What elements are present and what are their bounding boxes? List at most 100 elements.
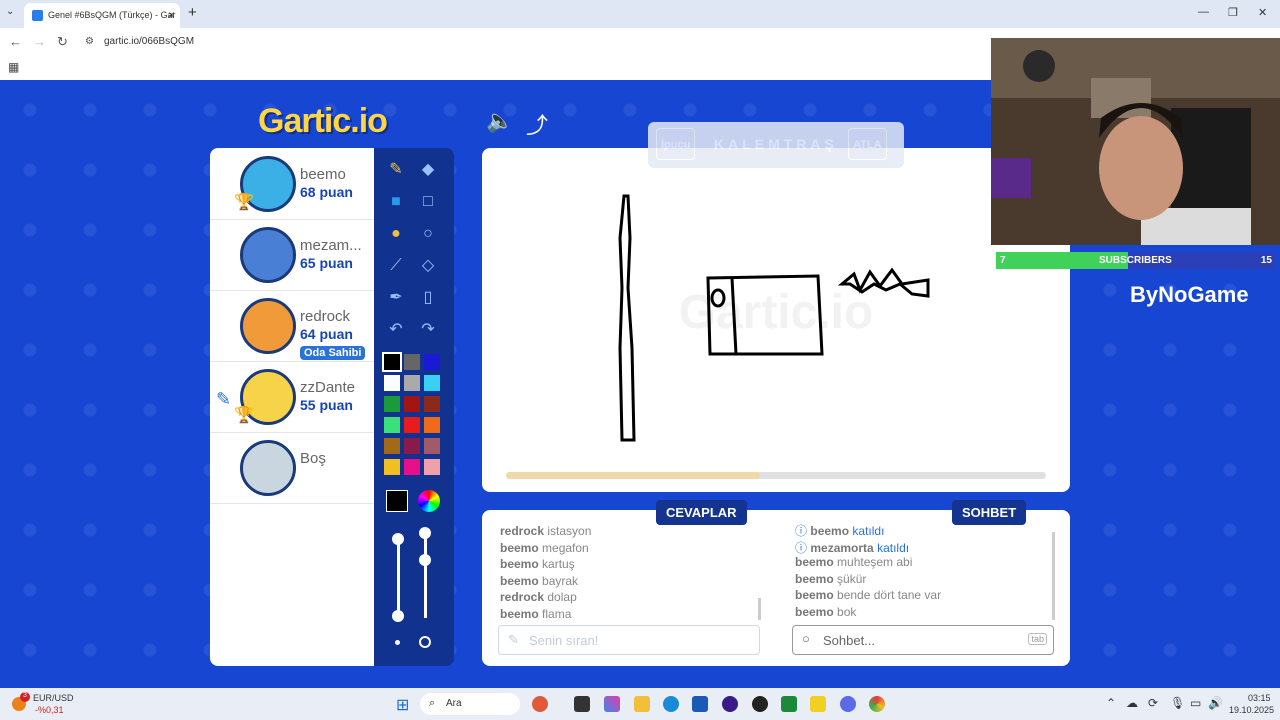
skip-button[interactable]: ATLA [848, 128, 887, 160]
app-icon[interactable] [722, 696, 738, 712]
task-view-icon[interactable] [574, 696, 590, 712]
chat-item: beemo bok [795, 605, 856, 619]
color-swatch[interactable] [384, 396, 400, 412]
color-swatch[interactable] [424, 354, 440, 370]
pole-stroke [618, 194, 636, 442]
color-swatch[interactable] [384, 417, 400, 433]
close-tab-icon[interactable]: × [168, 8, 175, 22]
filled-circle-tool-icon[interactable]: ● [384, 222, 408, 246]
answer-text: kartuş [542, 557, 575, 571]
color-swatch[interactable] [404, 417, 420, 433]
round-timer-bar [506, 472, 1046, 479]
brush-size-knob-low[interactable] [392, 610, 404, 622]
volume-icon[interactable]: 🔊 [1208, 696, 1223, 710]
page-tool-icon[interactable]: ▯ [416, 286, 440, 310]
browser-tab[interactable]: Genel #6BsQGM (Türkçe) - Gar × [24, 3, 180, 28]
obs-icon[interactable] [752, 696, 768, 712]
avatar [240, 298, 296, 354]
player-card[interactable]: mezam... 65 puan [210, 219, 374, 291]
undo-tool-icon[interactable]: ↶ [384, 318, 408, 342]
fruit-widget-icon[interactable] [532, 696, 548, 712]
rect-tool-icon[interactable]: □ [416, 190, 440, 214]
answer-input[interactable]: ✎ Senin sıran! [498, 625, 760, 655]
line-tool-icon[interactable]: ⟋ [384, 254, 408, 278]
opacity-knob-top[interactable] [419, 527, 431, 539]
brush-size-slider[interactable] [397, 538, 400, 618]
back-icon[interactable]: ← [9, 34, 22, 49]
whatsapp-icon[interactable] [781, 696, 797, 712]
apps-grid-icon[interactable]: ▦ [8, 60, 19, 74]
browser-tab-strip: ⌄ Genel #6BsQGM (Türkçe) - Gar × + — ❐ ✕ [0, 0, 1280, 28]
cloud-icon[interactable]: ☁ [1126, 696, 1138, 710]
color-swatch[interactable] [404, 459, 420, 475]
sync-icon[interactable]: ⟳ [1148, 696, 1158, 710]
restore-button[interactable]: ❐ [1228, 6, 1238, 19]
player-card[interactable]: redrock 64 puan Oda Sahibi [210, 290, 374, 362]
chrome-icon[interactable] [869, 696, 885, 712]
color-swatch[interactable] [384, 459, 400, 475]
answers-scrollbar[interactable] [758, 598, 761, 620]
new-tab-icon[interactable]: + [188, 4, 197, 21]
player-card[interactable]: zzDante 55 puan 🏆 ✎ [210, 361, 374, 433]
hint-button[interactable]: İpucu [656, 128, 696, 160]
site-info-icon[interactable]: ⚙ [85, 36, 94, 47]
webcam-image [991, 38, 1280, 245]
color-swatch[interactable] [424, 459, 440, 475]
answer-item: beemo megafon [500, 541, 589, 555]
chat-input[interactable]: ○ Sohbet... tab [792, 625, 1054, 655]
display-icon[interactable]: ▭ [1190, 696, 1201, 710]
reload-icon[interactable]: ↻ [57, 34, 68, 50]
color-swatch[interactable] [424, 375, 440, 391]
circle-tool-icon[interactable]: ○ [416, 222, 440, 246]
brush-size-knob[interactable] [392, 533, 404, 545]
bynogame-logo: ByNoGame [1130, 282, 1249, 307]
minimize-button[interactable]: — [1198, 6, 1209, 18]
chat-item: ⓘ beemo katıldı [795, 522, 884, 539]
color-swatch[interactable] [382, 352, 402, 372]
answer-user: redrock [500, 524, 545, 538]
color-swatch[interactable] [424, 396, 440, 412]
color-wheel-icon[interactable] [418, 490, 440, 512]
color-swatch[interactable] [424, 417, 440, 433]
eraser-tool-icon[interactable]: ◆ [416, 158, 440, 182]
discord-icon[interactable] [840, 696, 856, 712]
hint-bar: İpucu KALEMTRAŞ ATLA [648, 122, 904, 168]
taskbar-search[interactable]: ⌕ Ara [420, 693, 520, 715]
color-swatch[interactable] [384, 438, 400, 454]
store-icon[interactable] [692, 696, 708, 712]
tray-overflow-icon[interactable]: ⌃ [1106, 696, 1116, 710]
app-icon-2[interactable] [810, 696, 826, 712]
color-swatch[interactable] [384, 375, 400, 391]
player-card[interactable]: Boş [210, 432, 374, 504]
copilot-icon[interactable] [604, 696, 620, 712]
tab-list-icon[interactable]: ⌄ [6, 6, 14, 17]
close-window-button[interactable]: ✕ [1258, 6, 1267, 19]
color-swatch[interactable] [404, 375, 420, 391]
opacity-knob[interactable] [419, 554, 431, 566]
chat-user: mezamorta [810, 540, 874, 555]
redo-tool-icon[interactable]: ↷ [416, 318, 440, 342]
opacity-slider[interactable] [424, 532, 427, 618]
color-swatch[interactable] [424, 438, 440, 454]
color-swatch[interactable] [404, 438, 420, 454]
windows-start-icon[interactable]: ⊞ [396, 695, 409, 715]
pencil-tool-icon[interactable]: ✎ [384, 158, 408, 182]
avatar [240, 440, 296, 496]
mic-icon[interactable]: 🎙 [1170, 696, 1185, 710]
filled-rect-tool-icon[interactable]: ■ [384, 190, 408, 214]
forward-icon[interactable]: → [33, 34, 46, 49]
chat-user: beemo [810, 524, 850, 538]
eyedropper-tool-icon[interactable]: ✒ [384, 286, 408, 310]
player-card[interactable]: beemo 68 puan 🏆 [210, 148, 374, 220]
color-swatch[interactable] [404, 354, 420, 370]
edge-icon[interactable] [663, 696, 679, 712]
current-color-swatch[interactable] [386, 490, 408, 512]
file-explorer-icon[interactable] [634, 696, 650, 712]
share-icon[interactable]: ⤴ [526, 108, 548, 140]
url-field[interactable]: gartic.io/066BsQGM [104, 36, 194, 47]
fill-tool-icon[interactable]: ◇ [416, 254, 440, 278]
sound-icon[interactable]: 🔈 [486, 108, 513, 134]
color-swatch[interactable] [404, 396, 420, 412]
streamer-webcam [991, 38, 1280, 245]
chat-scrollbar[interactable] [1052, 532, 1055, 620]
